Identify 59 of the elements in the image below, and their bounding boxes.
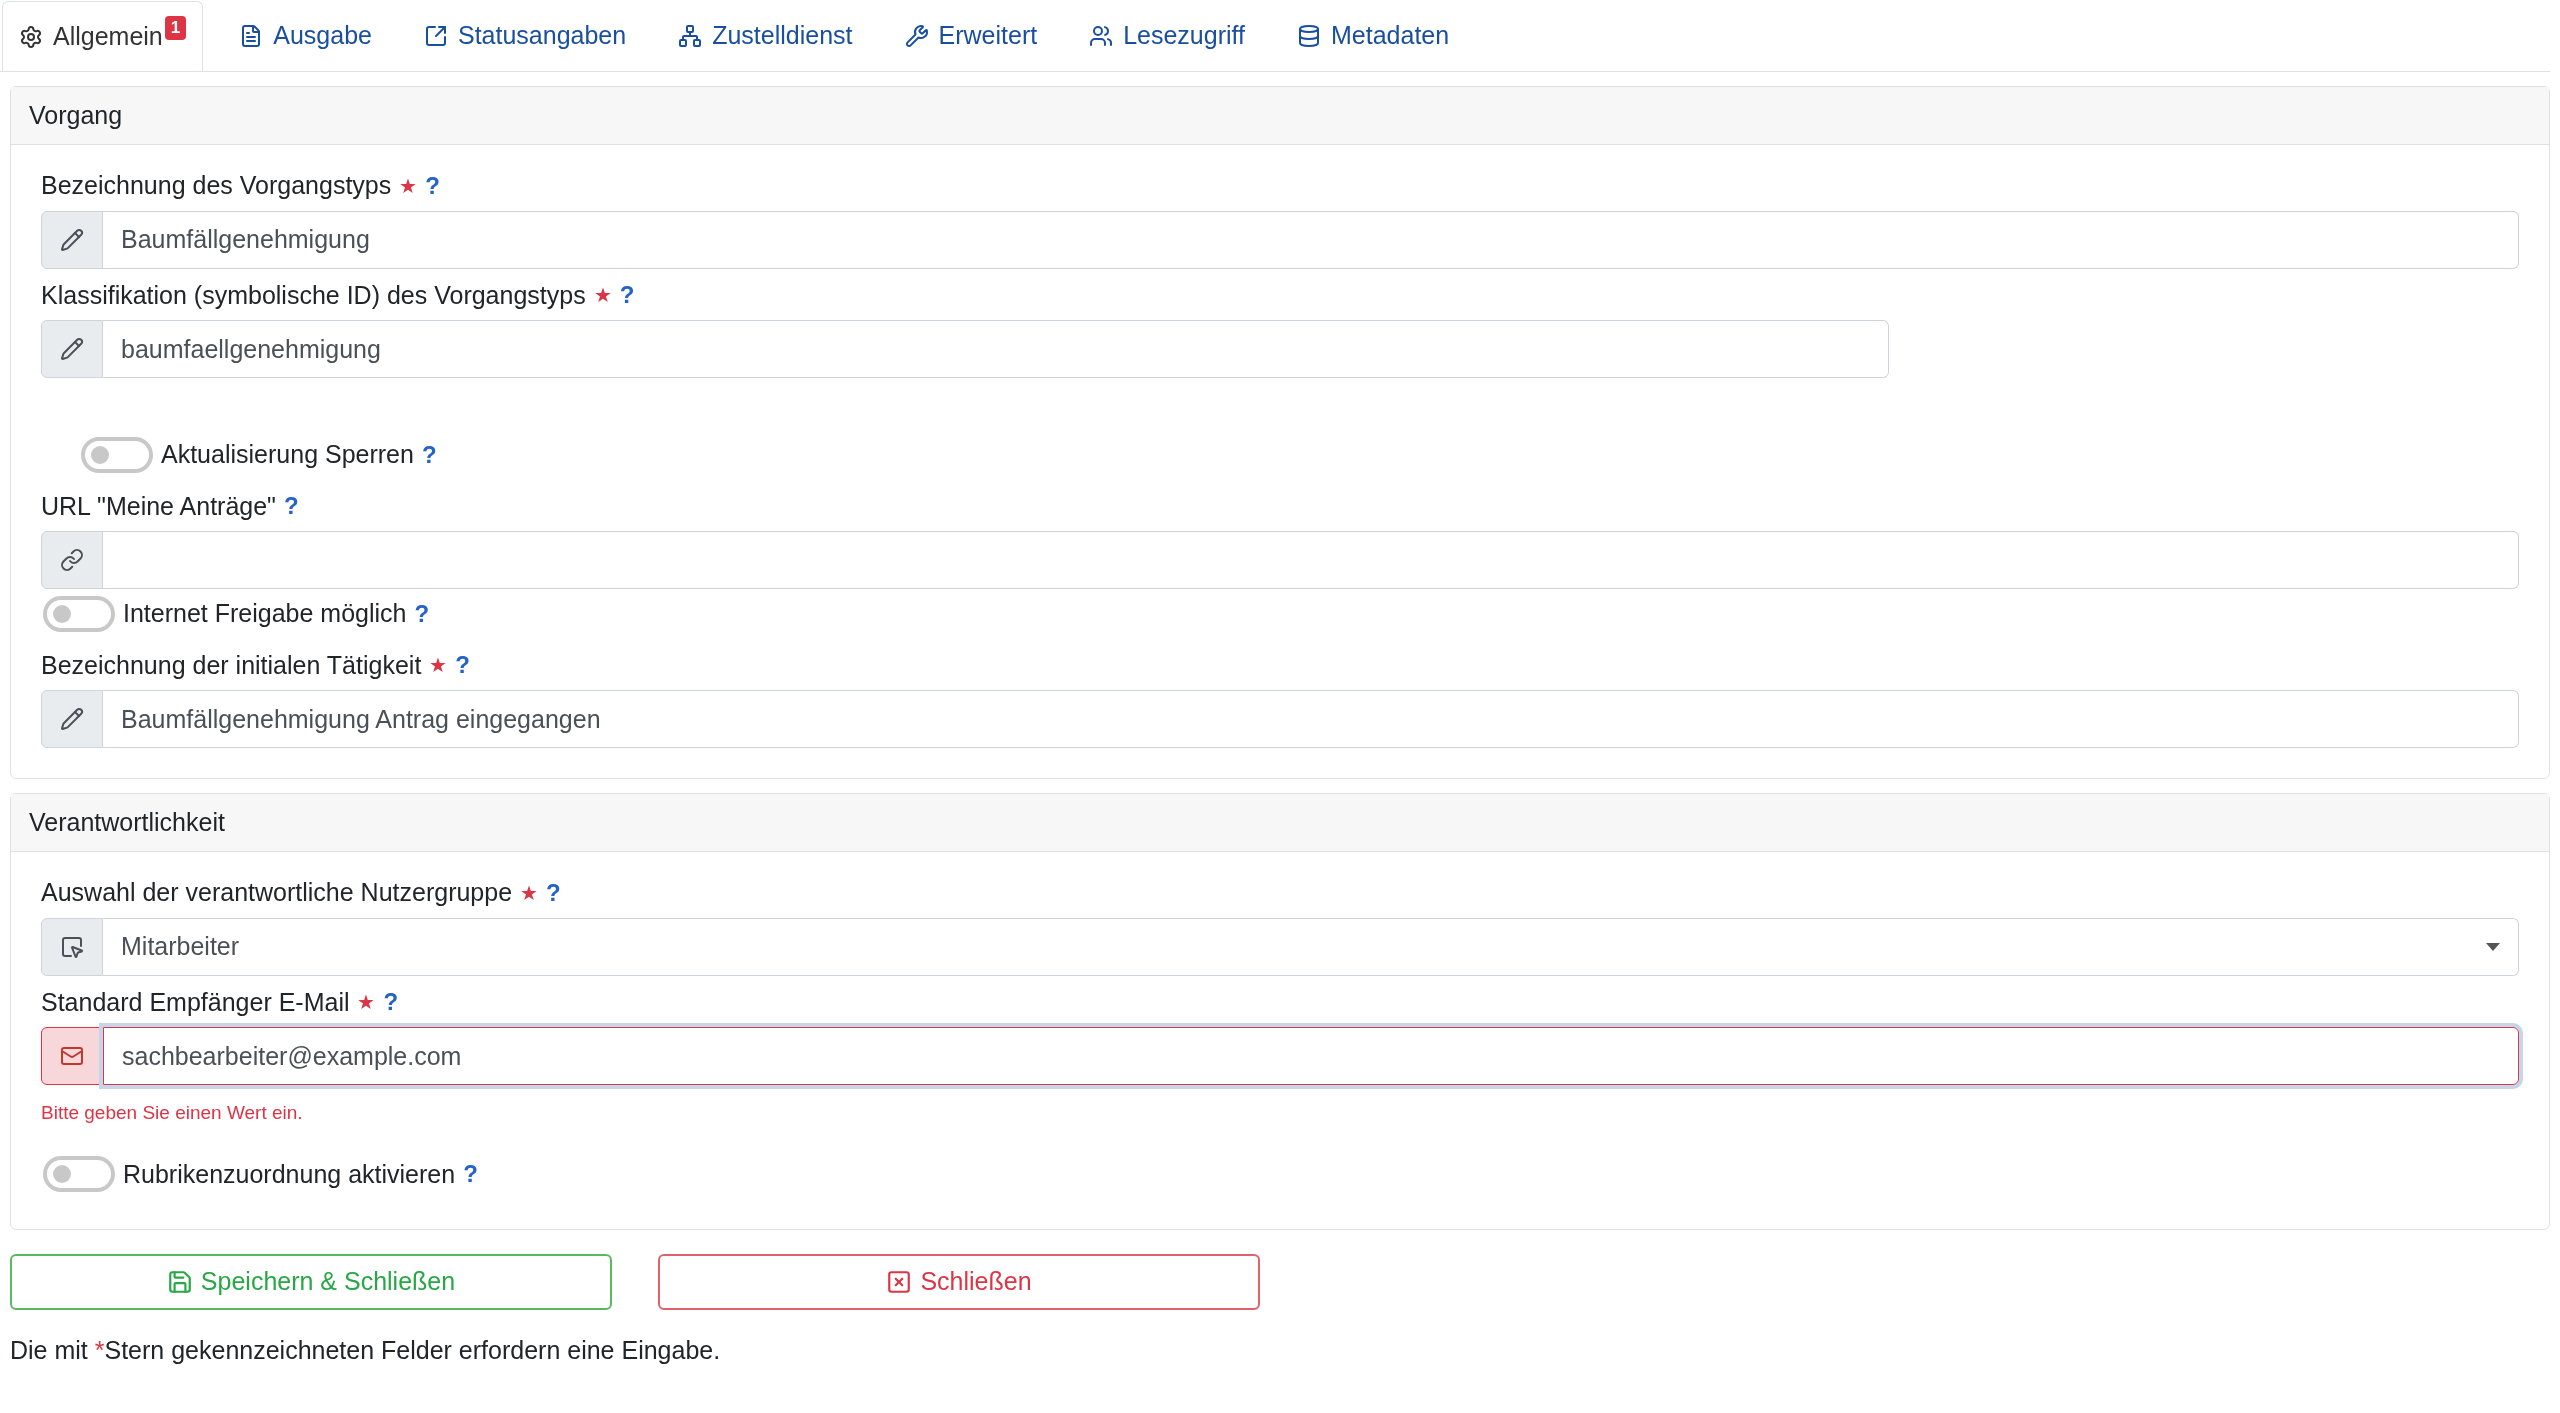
toggle-label: Rubrikenzuordnung aktivieren (123, 1158, 456, 1190)
close-icon (886, 1269, 913, 1295)
footer-note: Die mit *Stern gekennzeichneten Felder erfordern eine Eingabe. (10, 1335, 722, 1366)
field-label: Bezeichnung des Vorgangstyps (41, 170, 392, 201)
pointer-icon (60, 934, 84, 959)
field-label: Auswahl der verantwortliche Nutzergruppe (41, 877, 513, 908)
select-field[interactable]: Mitarbeiter (103, 917, 2519, 976)
tab[interactable]: Zustelldienst (662, 1, 869, 71)
mail-icon (60, 1044, 84, 1068)
tab[interactable]: Lesezugriff (1073, 1, 1261, 71)
text-field[interactable]: Baumfällgenehmigung Antrag eingegangen (103, 690, 2519, 748)
error-message: Bitte geben Sie einen Wert ein. (41, 1101, 304, 1125)
required-marker: ★ (357, 990, 376, 1016)
users-icon (1089, 24, 1114, 48)
help-link[interactable]: ? (284, 488, 299, 525)
save-icon (166, 1269, 193, 1295)
required-marker: ★ (429, 653, 448, 679)
help-link[interactable]: ? (425, 167, 440, 204)
help-link[interactable]: ? (619, 277, 635, 314)
toggle-switch[interactable] (81, 436, 153, 473)
toggle-label: Aktualisierung Sperren (161, 439, 414, 470)
help-link[interactable]: ? (455, 647, 470, 684)
pencil-icon (60, 707, 84, 731)
required-marker: ★ (593, 283, 612, 309)
caret-icon (2486, 942, 2500, 951)
gear-icon (19, 24, 43, 49)
tab[interactable]: Ausgabe (223, 1, 388, 71)
tab[interactable]: Allgemein 1 (2, 1, 204, 71)
required-marker: ★ (520, 880, 539, 906)
tab[interactable]: Erweitert (888, 1, 1054, 71)
field-label: URL "Meine Anträge" (41, 490, 276, 522)
toggle-label: Internet Freigabe möglich (123, 598, 407, 629)
text-field[interactable] (103, 531, 2519, 589)
text-field[interactable]: Baumfällgenehmigung (103, 210, 2519, 269)
tab[interactable]: Statusangaben (407, 1, 643, 71)
external-link-icon (423, 24, 448, 48)
help-link[interactable]: ? (546, 874, 561, 911)
help-link[interactable]: ? (414, 595, 430, 632)
required-marker: ★ (399, 173, 418, 199)
database-icon (1297, 24, 1321, 48)
toggle-switch[interactable] (43, 595, 115, 632)
help-link[interactable]: ? (421, 436, 437, 473)
wrench-icon (904, 24, 929, 48)
help-link[interactable]: ? (383, 984, 399, 1021)
tab[interactable]: Metadaten (1281, 1, 1466, 71)
field-label: Standard Empfänger E-Mail (41, 986, 350, 1018)
link-icon (60, 548, 84, 572)
panel-header: Verantwortlichkeit (11, 794, 2549, 852)
text-field[interactable]: baumfaellgenehmigung (103, 320, 1889, 378)
pencil-icon (60, 227, 84, 252)
close-button[interactable]: Schließen (658, 1254, 1260, 1310)
notification-badge: 1 (164, 16, 187, 40)
help-link[interactable]: ? (463, 1156, 478, 1193)
field-label: Bezeichnung der initialen Tätigkeit (41, 649, 422, 681)
network-icon (678, 24, 703, 48)
pencil-icon (60, 337, 84, 361)
panel-header: Vorgang (11, 87, 2549, 145)
field-label: Klassifikation (symbolische ID) des Vorgangstyps (41, 279, 586, 311)
toggle-switch[interactable] (43, 1156, 115, 1193)
